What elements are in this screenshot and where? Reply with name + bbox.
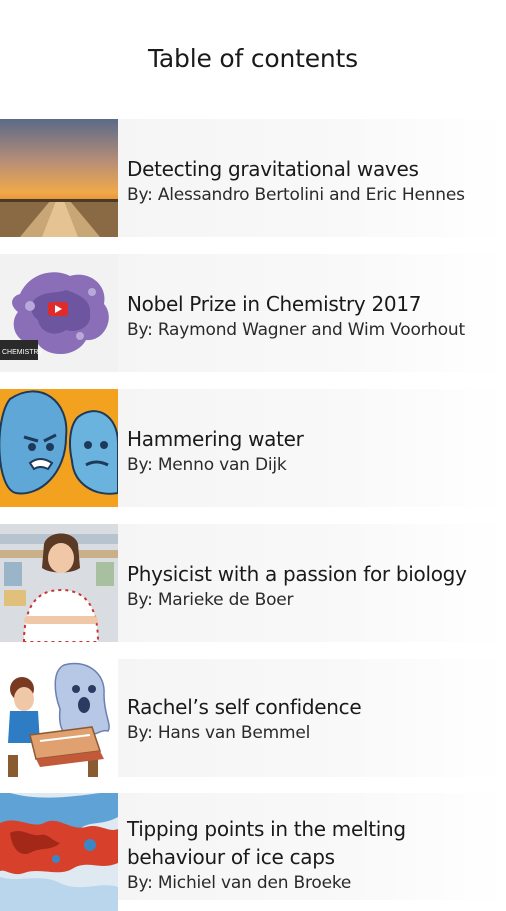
article-title: Detecting gravitational waves xyxy=(127,157,419,181)
article-item-tipping-points[interactable]: Tipping points in the melting behaviour … xyxy=(0,793,506,911)
water-drop-cartoon-thumbnail xyxy=(0,389,118,507)
article-item-rachels-confidence[interactable]: Rachel’s self confidence By: Hans van Be… xyxy=(0,659,506,777)
article-title: Nobel Prize in Chemistry 2017 xyxy=(127,292,422,316)
article-author: By: Raymond Wagner and Wim Voorhout xyxy=(127,320,465,340)
article-title: Rachel’s self confidence xyxy=(127,695,362,719)
ghost-cartoon-thumbnail xyxy=(0,659,118,777)
article-author: By: Alessandro Bertolini and Eric Hennes xyxy=(127,185,465,205)
article-title: Physicist with a passion for biology xyxy=(127,562,467,586)
article-author: By: Michiel van den Broeke xyxy=(127,873,352,893)
ice-cap-map-thumbnail xyxy=(0,793,118,911)
article-item-physicist-biology[interactable]: Physicist with a passion for biology By:… xyxy=(0,524,506,642)
page-title: Table of contents xyxy=(148,44,358,73)
article-author: By: Hans van Bemmel xyxy=(127,723,311,743)
scientist-portrait-thumbnail xyxy=(0,524,118,642)
sunset-canal-thumbnail xyxy=(0,119,118,237)
article-title: Tipping points in the melting behaviour … xyxy=(127,817,406,869)
article-item-hammering-water[interactable]: Hammering water By: Menno van Dijk xyxy=(0,389,506,507)
article-title: Hammering water xyxy=(127,427,304,451)
article-author: By: Menno van Dijk xyxy=(127,455,287,475)
article-author: By: Marieke de Boer xyxy=(127,590,294,610)
article-item-nobel-prize[interactable]: CHEMISTRY Nobel Prize in Chemistry 2017 … xyxy=(0,254,506,372)
article-item-gravitational-waves[interactable]: Detecting gravitational waves By: Alessa… xyxy=(0,119,506,237)
protein-video-thumbnail: CHEMISTRY xyxy=(0,254,118,372)
video-badge: CHEMISTRY xyxy=(2,349,43,356)
